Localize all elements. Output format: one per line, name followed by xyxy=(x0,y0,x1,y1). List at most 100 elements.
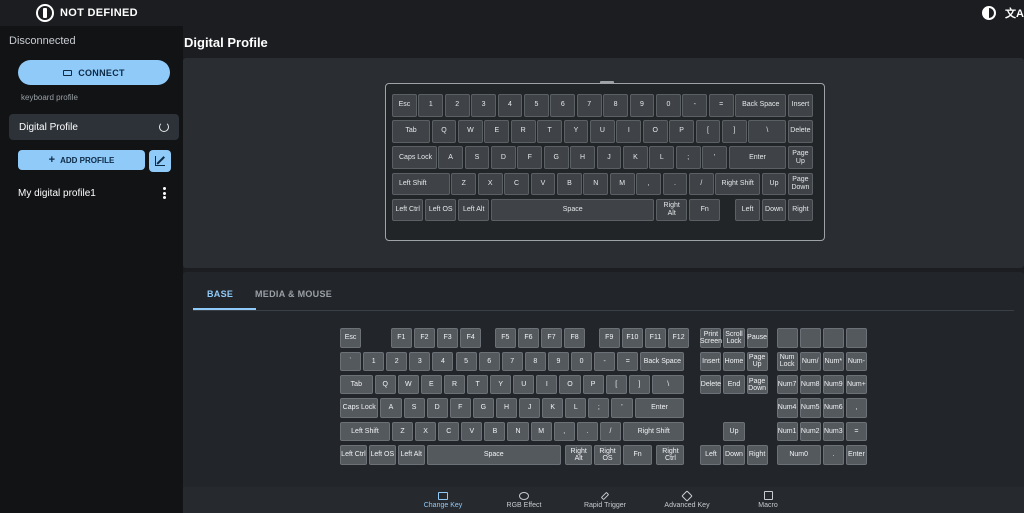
picker-key-home[interactable]: Home xyxy=(723,351,745,371)
picker-key-right-os[interactable]: Right OS xyxy=(594,445,621,465)
picker-key-f[interactable]: F xyxy=(449,398,471,418)
picker-key-right-ctrl[interactable]: Right Ctrl xyxy=(656,445,685,465)
picker-key-r[interactable]: R xyxy=(443,374,466,395)
nav-change-key[interactable]: Change Key xyxy=(413,487,473,513)
picker-key-scroll-lock[interactable]: Scroll Lock xyxy=(723,328,745,348)
key-t[interactable]: T xyxy=(537,120,562,143)
key-page-up[interactable]: Page Up xyxy=(788,146,813,169)
picker-key-tab[interactable]: Tab xyxy=(340,374,373,395)
picker-key-pause[interactable]: Pause xyxy=(746,328,768,348)
key-[interactable]: , xyxy=(636,172,661,196)
picker-key-d[interactable]: D xyxy=(426,398,448,418)
picker-key-blank[interactable]: / xyxy=(599,421,621,442)
picker-key-insert[interactable]: Insert xyxy=(700,351,722,371)
key-7[interactable]: 7 xyxy=(576,94,602,117)
picker-key-blank[interactable]: . xyxy=(822,445,844,465)
key-left-alt[interactable]: Left Alt xyxy=(458,198,490,222)
key-up[interactable]: Up xyxy=(761,172,787,196)
key-r[interactable]: R xyxy=(510,120,536,143)
picker-key-num[interactable]: Num/ xyxy=(799,351,821,371)
picker-key-f2[interactable]: F2 xyxy=(413,328,435,348)
picker-key-enter[interactable]: Enter xyxy=(634,398,685,418)
key-2[interactable]: 2 xyxy=(444,94,470,117)
key-b[interactable]: B xyxy=(557,172,582,196)
key-o[interactable]: O xyxy=(642,120,668,143)
key-[interactable]: / xyxy=(689,172,714,196)
picker-key-blank[interactable] xyxy=(799,328,821,348)
picker-key-4[interactable]: 4 xyxy=(432,351,454,371)
picker-key-num6[interactable]: Num6 xyxy=(822,398,844,418)
key-[interactable]: = xyxy=(708,94,734,117)
picker-key-k[interactable]: K xyxy=(542,398,564,418)
picker-key-blank[interactable]: [ xyxy=(605,374,627,395)
key-w[interactable]: W xyxy=(458,120,483,143)
picker-key-y[interactable]: Y xyxy=(490,374,512,395)
key-s[interactable]: S xyxy=(464,146,490,169)
picker-key-fn[interactable]: Fn xyxy=(622,445,653,465)
picker-key-f9[interactable]: F9 xyxy=(598,328,620,348)
picker-key-f6[interactable]: F6 xyxy=(517,328,539,348)
picker-key-blank[interactable]: ' xyxy=(611,398,633,418)
picker-key-p[interactable]: P xyxy=(582,374,604,395)
key-5[interactable]: 5 xyxy=(524,94,549,117)
picker-key-c[interactable]: C xyxy=(438,421,460,442)
key-left-ctrl[interactable]: Left Ctrl xyxy=(392,198,424,222)
picker-key-f5[interactable]: F5 xyxy=(494,328,516,348)
key-l[interactable]: L xyxy=(649,146,675,169)
picker-key-blank[interactable]: ` xyxy=(340,351,362,371)
picker-key-blank[interactable]: , xyxy=(553,421,575,442)
picker-key-blank[interactable]: - xyxy=(594,351,616,371)
picker-key-num[interactable]: Num+ xyxy=(845,374,867,395)
picker-key-caps-lock[interactable]: Caps Lock xyxy=(340,398,379,418)
connect-button[interactable]: CONNECT xyxy=(18,60,170,85)
key-down[interactable]: Down xyxy=(761,198,787,222)
picker-key-t[interactable]: T xyxy=(467,374,489,395)
picker-key-s[interactable]: S xyxy=(403,398,425,418)
key-caps-lock[interactable]: Caps Lock xyxy=(392,146,437,169)
key-m[interactable]: M xyxy=(609,172,635,196)
picker-key-num[interactable]: Num- xyxy=(845,351,867,371)
picker-key-o[interactable]: O xyxy=(559,374,581,395)
picker-key-z[interactable]: Z xyxy=(391,421,414,442)
key-c[interactable]: C xyxy=(504,172,529,196)
picker-key-x[interactable]: X xyxy=(415,421,437,442)
tab-base[interactable]: BASE xyxy=(207,289,233,299)
picker-key-print-screen[interactable]: Print Screen xyxy=(700,328,722,348)
nav-macro[interactable]: Macro xyxy=(738,487,798,513)
picker-key-blank[interactable] xyxy=(822,328,844,348)
key-p[interactable]: P xyxy=(669,120,694,143)
key-[interactable]: - xyxy=(682,94,708,117)
picker-key-right[interactable]: Right xyxy=(746,445,768,465)
picker-key-num7[interactable]: Num7 xyxy=(776,374,798,395)
key-enter[interactable]: Enter xyxy=(728,146,787,169)
picker-key-end[interactable]: End xyxy=(723,374,745,395)
picker-key-8[interactable]: 8 xyxy=(524,351,546,371)
picker-key-q[interactable]: Q xyxy=(374,374,396,395)
picker-key-blank[interactable] xyxy=(845,328,867,348)
picker-key-h[interactable]: H xyxy=(495,398,518,418)
key-fn[interactable]: Fn xyxy=(689,198,721,222)
picker-key-9[interactable]: 9 xyxy=(547,351,569,371)
nav-rgb-effect[interactable]: RGB Effect xyxy=(494,487,554,513)
add-profile-button[interactable]: + ADD PROFILE xyxy=(18,150,145,170)
picker-key-blank[interactable]: \ xyxy=(651,374,685,395)
nav-advanced-key[interactable]: Advanced Key xyxy=(657,487,717,513)
key-z[interactable]: Z xyxy=(451,172,477,196)
key-space[interactable]: Space xyxy=(491,198,655,222)
picker-key-num3[interactable]: Num3 xyxy=(822,421,844,442)
key-i[interactable]: I xyxy=(616,120,642,143)
picker-key-a[interactable]: A xyxy=(380,398,402,418)
key-delete[interactable]: Delete xyxy=(788,120,813,143)
picker-key-f11[interactable]: F11 xyxy=(644,328,666,348)
picker-key-w[interactable]: W xyxy=(397,374,419,395)
picker-key-num5[interactable]: Num5 xyxy=(799,398,821,418)
key-page-down[interactable]: Page Down xyxy=(788,172,813,196)
picker-key-back-space[interactable]: Back Space xyxy=(640,351,685,371)
picker-key-m[interactable]: M xyxy=(530,421,552,442)
key-left-os[interactable]: Left OS xyxy=(425,198,457,222)
import-profile-button[interactable] xyxy=(149,150,171,172)
picker-key-n[interactable]: N xyxy=(507,421,529,442)
picker-key-num-lock[interactable]: Num Lock xyxy=(776,351,798,371)
picker-key-left-os[interactable]: Left OS xyxy=(368,445,396,465)
key-u[interactable]: U xyxy=(590,120,615,143)
